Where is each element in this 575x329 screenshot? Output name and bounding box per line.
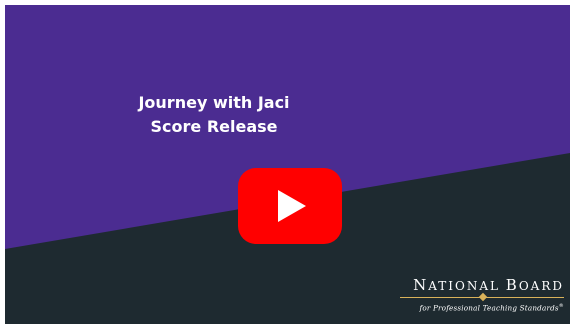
video-title-line-1: Journey with Jaci [138, 93, 290, 112]
logo-tagline: for Professional Teaching Standards® [419, 303, 564, 313]
video-title: Journey with Jaci Score Release [109, 91, 319, 139]
video-thumbnail[interactable]: Journey with Jaci Score Release NATIONAL… [5, 5, 570, 324]
logo-divider [384, 292, 564, 302]
video-title-line-2: Score Release [150, 117, 278, 136]
play-button[interactable] [238, 168, 342, 244]
diamond-icon [478, 292, 488, 302]
logo-wordmark: NATIONAL BOARD [413, 276, 564, 294]
national-board-logo: NATIONAL BOARD for Professional Teaching… [384, 278, 564, 313]
background-graphic [5, 5, 570, 324]
play-icon [238, 168, 342, 244]
